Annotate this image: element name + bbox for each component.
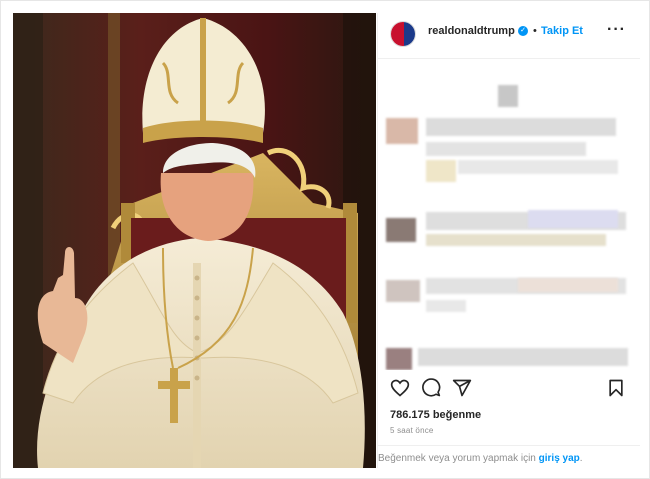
blurred-block — [458, 160, 618, 174]
instagram-post-embed: realdonaldtrump ✓ • Takip Et ··· 786.175… — [0, 0, 650, 479]
blurred-block — [386, 280, 420, 302]
comments-area-blurred — [378, 60, 640, 370]
blurred-block — [426, 234, 606, 246]
login-prompt-end: . — [579, 453, 583, 464]
post-image-illustration — [13, 13, 376, 468]
login-prompt: Beğenmek veya yorum yapmak için giriş ya… — [378, 453, 583, 464]
post-sidebar: realdonaldtrump ✓ • Takip Et ··· 786.175… — [377, 13, 640, 468]
comment-icon[interactable] — [421, 378, 441, 398]
blurred-block — [426, 300, 466, 312]
blurred-block — [418, 348, 628, 366]
blurred-block — [518, 278, 618, 292]
blurred-block — [386, 118, 418, 144]
separator-dot: • — [533, 25, 537, 37]
likes-count[interactable]: 786.175 beğenme — [390, 409, 481, 421]
blurred-block — [386, 218, 416, 242]
username-link[interactable]: realdonaldtrump — [428, 25, 515, 37]
blurred-block — [528, 210, 618, 228]
blurred-block — [426, 160, 456, 182]
post-timestamp[interactable]: 5 saat önce — [390, 426, 434, 435]
blurred-block — [386, 348, 412, 370]
share-icon[interactable] — [452, 378, 472, 398]
action-bar — [378, 373, 640, 403]
heart-icon[interactable] — [390, 378, 410, 398]
post-image[interactable] — [13, 13, 376, 468]
verified-badge-icon: ✓ — [518, 26, 528, 36]
post-header: realdonaldtrump ✓ • Takip Et ··· — [378, 13, 640, 59]
blurred-block — [426, 118, 616, 136]
bookmark-icon[interactable] — [606, 378, 626, 398]
avatar[interactable] — [390, 21, 416, 47]
blurred-block — [498, 85, 518, 107]
login-prompt-text: Beğenmek veya yorum yapmak için — [378, 453, 536, 464]
follow-button[interactable]: Takip Et — [541, 25, 583, 37]
login-footer: Beğenmek veya yorum yapmak için giriş ya… — [378, 445, 640, 468]
login-link[interactable]: giriş yap — [539, 453, 580, 464]
blurred-block — [426, 142, 586, 156]
more-options-icon[interactable]: ··· — [607, 21, 626, 39]
